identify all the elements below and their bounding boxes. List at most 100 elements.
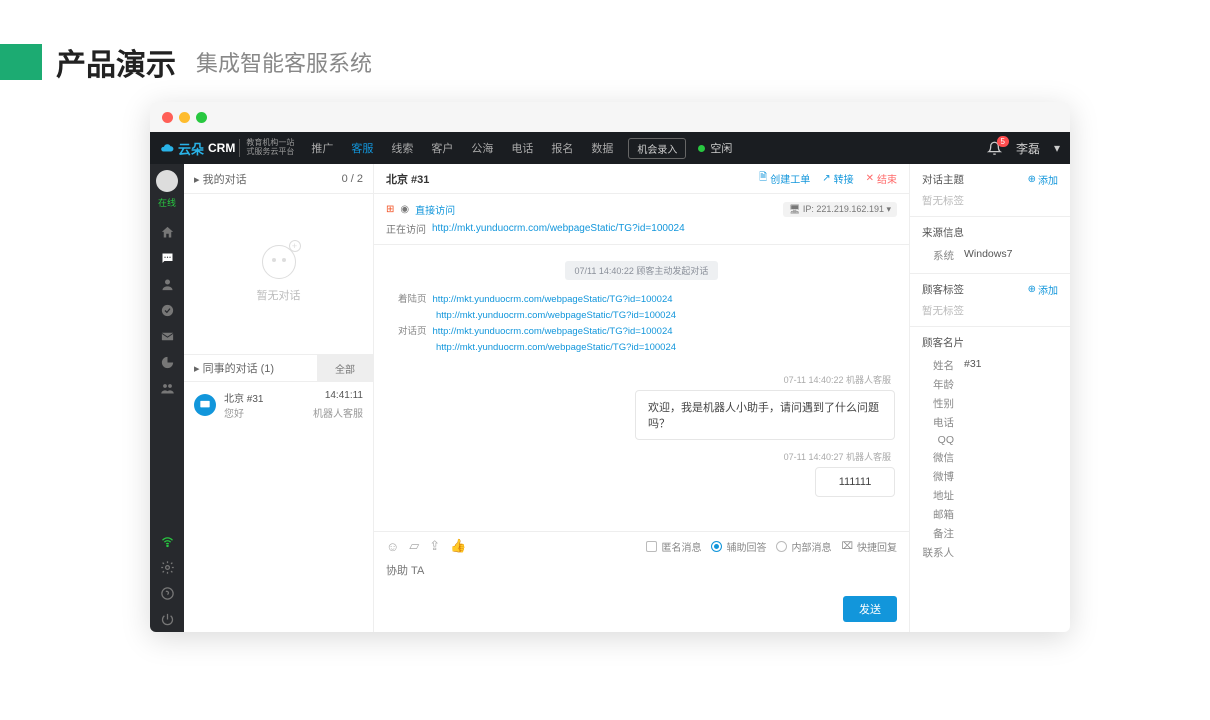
end-button[interactable]: ✕结束 (866, 171, 897, 186)
logo-subtitle: 教育机构一站式服务云平台 (239, 139, 294, 157)
timestamp: 07-11 14:40:22 机器人客服 (392, 373, 891, 386)
source-title: 来源信息 (922, 225, 964, 240)
help-icon[interactable] (150, 580, 184, 606)
minimize-dot[interactable] (179, 112, 190, 123)
wifi-icon[interactable] (150, 528, 184, 554)
bot-message: 111111 (815, 467, 895, 497)
chrome-icon: ◉ (400, 204, 409, 215)
card-age[interactable]: 年龄 (922, 377, 954, 392)
group-icon[interactable] (150, 375, 184, 401)
transfer-button[interactable]: ↗转接 (822, 171, 853, 186)
zoom-dot[interactable] (196, 112, 207, 123)
all-button[interactable]: 全部 (317, 355, 373, 381)
nav-leads[interactable]: 线索 (382, 132, 422, 164)
my-conv-count: 0 / 2 (342, 173, 363, 185)
cloud-icon (160, 141, 174, 155)
nav-promo[interactable]: 推广 (302, 132, 342, 164)
dialog-link[interactable]: http://mkt.yunduocrm.com/webpageStatic/T… (433, 326, 673, 337)
empty-label: 暂无对话 (257, 287, 301, 303)
timestamp: 07-11 14:40:27 机器人客服 (392, 450, 891, 463)
card-contact[interactable]: 联系人 (922, 545, 954, 560)
card-phone[interactable]: 电话 (922, 415, 954, 430)
tag-title: 顾客标签 (922, 282, 964, 297)
card-qq[interactable]: QQ (922, 434, 954, 446)
nav-customer[interactable]: 客户 (422, 132, 462, 164)
close-icon: ✕ (866, 173, 874, 184)
bot-message: 欢迎，我是机器人小助手，请问遇到了什么问题吗？ (635, 390, 895, 440)
mac-titlebar (150, 102, 1070, 132)
logo-suffix: CRM (208, 141, 235, 155)
add-topic-button[interactable]: ⊕ 添加 (1028, 172, 1058, 187)
windows-icon: ⊞ (386, 204, 394, 215)
pie-icon[interactable] (150, 349, 184, 375)
card-weibo[interactable]: 微博 (922, 469, 954, 484)
app-window: 云朵CRM 教育机构一站式服务云平台 推广 客服 线索 客户 公海 电话 报名 … (150, 102, 1070, 632)
quick-icon: ⌧ (841, 541, 853, 552)
conversation-item[interactable]: 北京 #3114:41:11 您好机器人客服 (184, 382, 373, 428)
slide-title: 产品演示 集成智能客服系统 (0, 0, 1210, 102)
landing-link[interactable]: http://mkt.yunduocrm.com/webpageStatic/T… (433, 294, 673, 305)
anon-option[interactable]: 匿名消息 (646, 539, 701, 554)
logo-brand: 云朵 (178, 139, 204, 158)
rail-avatar[interactable] (156, 170, 178, 192)
my-conv-header[interactable]: ▸ 我的对话 0 / 2 (184, 164, 373, 194)
direct-visit: 直接访问 (415, 202, 455, 217)
bell-badge: 5 (997, 136, 1009, 147)
gear-icon[interactable] (150, 554, 184, 580)
person-icon[interactable] (150, 271, 184, 297)
monitor-icon (194, 394, 216, 416)
add-tag-button[interactable]: ⊕ 添加 (1028, 282, 1058, 297)
image-icon[interactable]: ▱ (409, 538, 419, 554)
no-tag: 暂无标签 (922, 193, 1058, 208)
card-gender[interactable]: 性别 (922, 396, 954, 411)
no-tag: 暂无标签 (922, 303, 1058, 318)
link-block: 着陆页http://mkt.yunduocrm.com/webpageStati… (388, 286, 895, 363)
assist-option[interactable]: 辅助回答 (711, 539, 766, 554)
card-addr[interactable]: 地址 (922, 488, 954, 503)
nav-data[interactable]: 数据 (582, 132, 622, 164)
mail-icon[interactable] (150, 323, 184, 349)
accent-block (0, 44, 42, 80)
send-button[interactable]: 发送 (843, 596, 897, 622)
chat-panel: 北京 #31 🗎创建工单 ↗转接 ✕结束 ⊞ ◉ 直接访问 🖥 IP: 221.… (374, 164, 910, 632)
logo: 云朵 CRM 教育机构一站式服务云平台 (160, 139, 294, 158)
user-name[interactable]: 李磊 (1016, 140, 1040, 157)
nav-service[interactable]: 客服 (342, 132, 382, 164)
status-text: 空闲 (710, 140, 732, 156)
top-nav: 云朵CRM 教育机构一站式服务云平台 推广 客服 线索 客户 公海 电话 报名 … (150, 132, 1070, 164)
dialog-link[interactable]: http://mkt.yunduocrm.com/webpageStatic/T… (436, 342, 676, 353)
home-icon[interactable] (150, 219, 184, 245)
card-remark[interactable]: 备注 (922, 526, 954, 541)
chevron-down-icon[interactable]: ▾ (1054, 141, 1060, 155)
internal-option[interactable]: 内部消息 (776, 539, 831, 554)
visiting-link[interactable]: http://mkt.yunduocrm.com/webpageStatic/T… (432, 223, 685, 234)
quick-reply-button[interactable]: ⌧快捷回复 (841, 539, 897, 554)
check-circle-icon[interactable] (150, 297, 184, 323)
topic-title: 对话主题 (922, 172, 964, 187)
chat-icon[interactable] (150, 245, 184, 271)
ticket-icon: 🗎 (759, 170, 767, 187)
nav-phone[interactable]: 电话 (502, 132, 542, 164)
attachment-icon[interactable]: ⇪ (429, 538, 440, 554)
thumbs-up-icon[interactable]: 👍 (450, 538, 466, 554)
emoji-icon[interactable]: ☺ (386, 539, 399, 554)
card-name[interactable]: #31 (964, 358, 982, 373)
monitor-small-icon: 🖥 (789, 204, 800, 214)
landing-link[interactable]: http://mkt.yunduocrm.com/webpageStatic/T… (436, 310, 676, 321)
colleague-header[interactable]: ▸ 同事的对话 (1) 全部 (184, 354, 373, 382)
chat-body[interactable]: 07/11 14:40:22 顾客主动发起对话 着陆页http://mkt.yu… (374, 245, 909, 531)
title-sub: 集成智能客服系统 (196, 46, 372, 78)
icon-rail: 在线 (150, 164, 184, 632)
chat-title: 北京 #31 (386, 171, 747, 187)
power-icon[interactable] (150, 606, 184, 632)
card-email[interactable]: 邮箱 (922, 507, 954, 522)
system-value: Windows7 (964, 248, 1012, 263)
record-button[interactable]: 机会录入 (628, 138, 686, 159)
card-wechat[interactable]: 微信 (922, 450, 954, 465)
message-input[interactable] (386, 562, 897, 590)
nav-signup[interactable]: 报名 (542, 132, 582, 164)
close-dot[interactable] (162, 112, 173, 123)
nav-public[interactable]: 公海 (462, 132, 502, 164)
bell-icon[interactable]: 5 (987, 141, 1002, 156)
create-ticket-button[interactable]: 🗎创建工单 (759, 170, 810, 187)
